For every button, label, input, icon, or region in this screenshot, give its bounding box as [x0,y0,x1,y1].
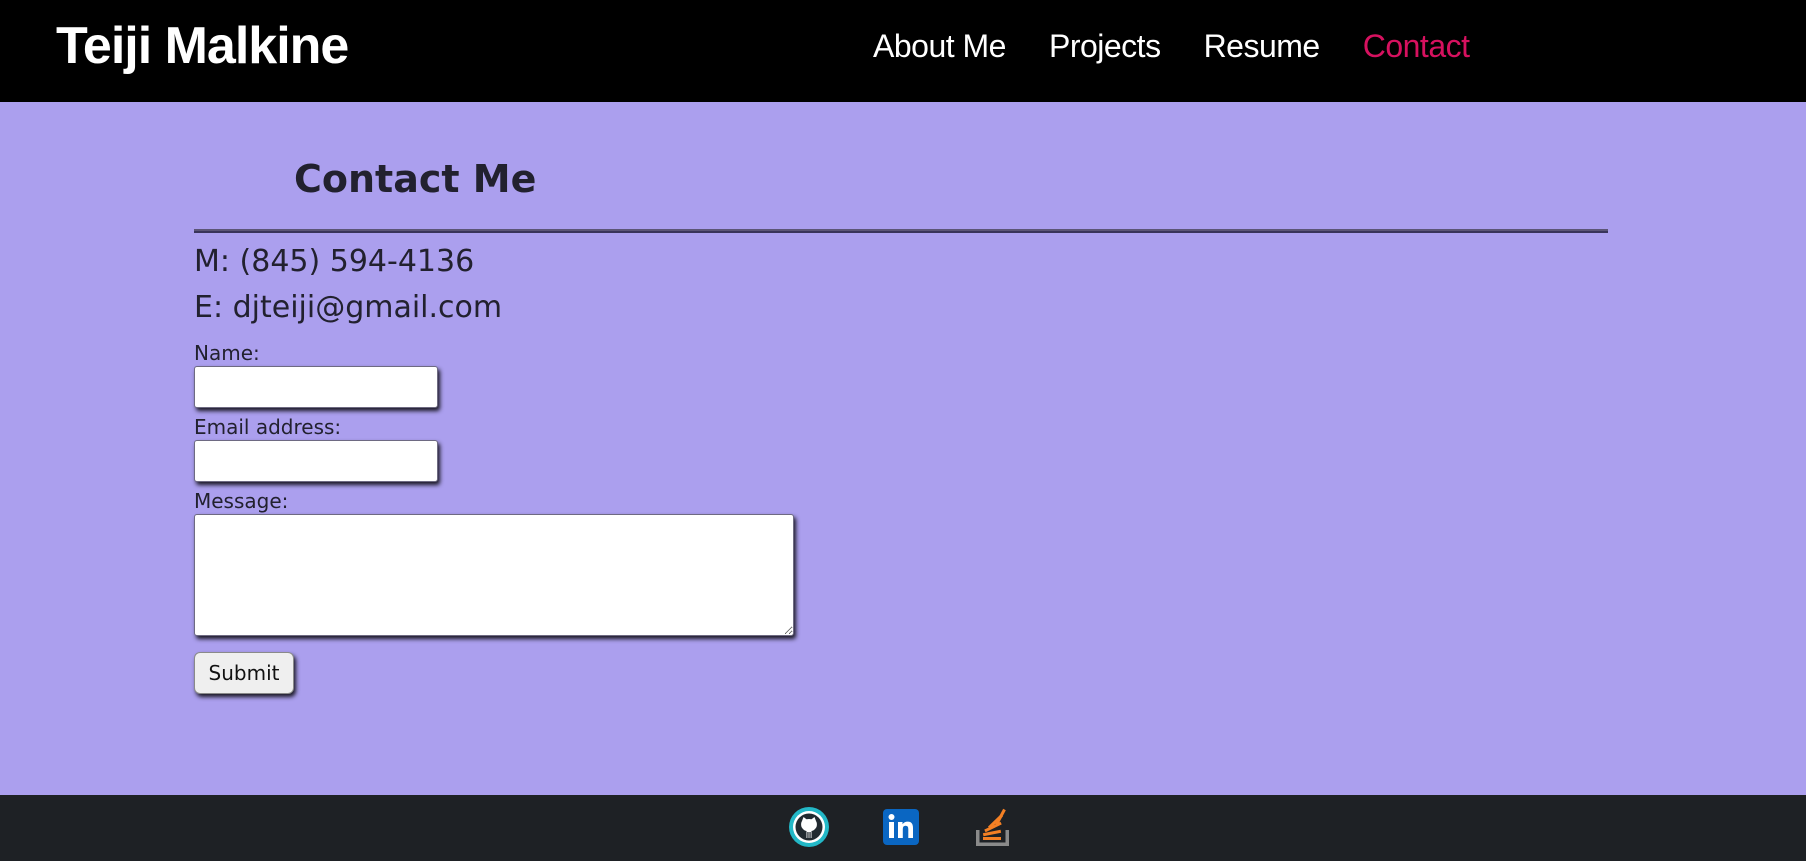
email-label: Email address: [194,415,342,439]
linkedin-icon [883,809,919,845]
message-label: Message: [194,489,289,513]
footer [0,795,1806,861]
nav-link-resume[interactable]: Resume [1204,24,1321,68]
brand-logo-link[interactable]: Teiji Malkine [56,14,349,78]
name-input[interactable] [194,366,438,408]
stackoverflow-link[interactable] [971,806,1013,848]
message-textarea[interactable] [194,514,794,636]
divider [194,229,1608,233]
nav-link-projects[interactable]: Projects [1049,24,1161,68]
linkedin-link[interactable] [880,806,922,848]
nav-link-contact[interactable]: Contact [1363,24,1470,68]
navbar: Teiji Malkine About Me Projects Resume C… [0,0,1806,102]
nav-link-about-me[interactable]: About Me [873,24,1006,68]
email-address-text: E: djteiji@gmail.com [194,290,503,325]
github-icon [789,807,829,847]
phone-number: M: (845) 594-4136 [194,244,475,279]
stackoverflow-icon [976,808,1009,846]
email-input[interactable] [194,440,438,482]
name-label: Name: [194,341,260,365]
github-link[interactable] [788,806,830,848]
submit-button[interactable]: Submit [194,652,294,694]
main-nav: About Me Projects Resume Contact [873,24,1470,68]
page-title: Contact Me [294,157,537,201]
